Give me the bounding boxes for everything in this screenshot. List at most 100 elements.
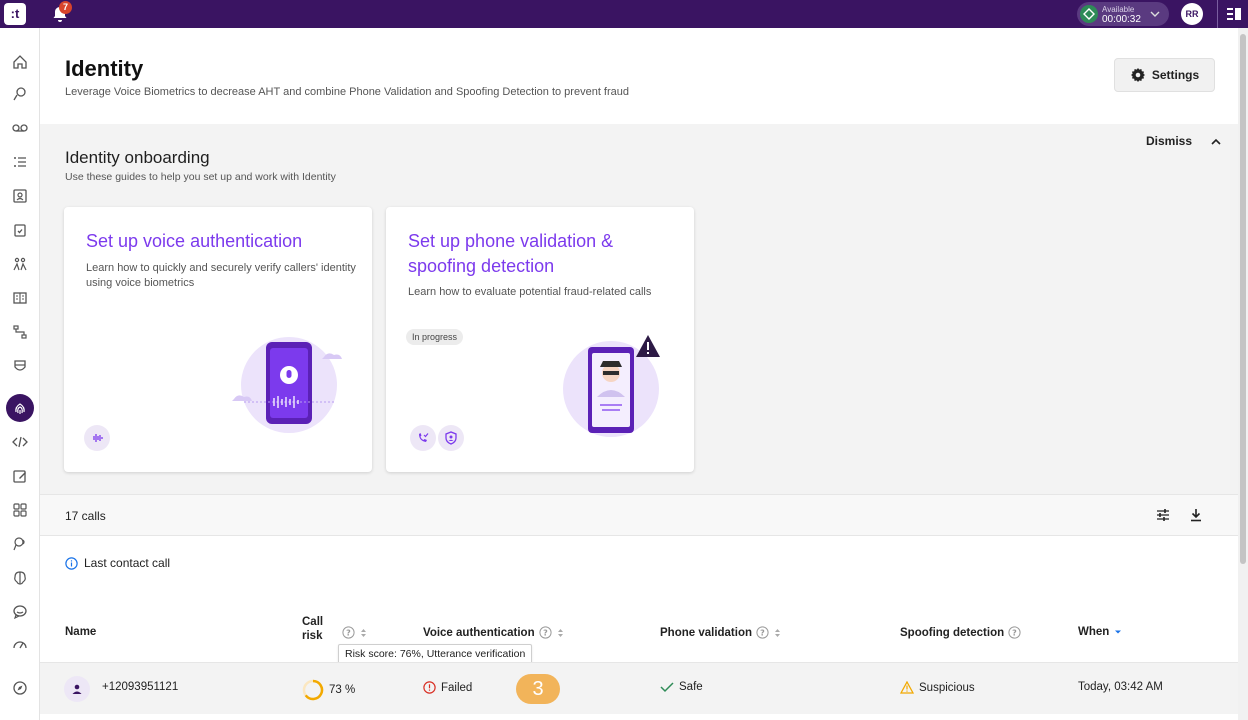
status-timer: 00:00:32	[1102, 14, 1141, 25]
sort-desc-icon[interactable]	[1113, 627, 1123, 637]
gear-icon	[1130, 68, 1145, 82]
check-icon	[660, 682, 674, 693]
clipboard-check-icon[interactable]	[10, 220, 30, 240]
agent-status-selector[interactable]: Available 00:00:32	[1077, 2, 1169, 26]
team-icon[interactable]	[10, 254, 30, 274]
phone-validation-title-line2: spoofing detection	[408, 256, 555, 276]
caller-number[interactable]: +12093951121	[102, 681, 178, 693]
last-contact-call-info: Last contact call	[65, 556, 170, 570]
onboarding-subtitle: Use these guides to help you set up and …	[65, 171, 336, 183]
knowledge-book-icon[interactable]	[10, 288, 30, 308]
settings-button[interactable]: Settings	[1114, 58, 1215, 92]
ai-brain-icon[interactable]	[10, 568, 30, 588]
user-avatar[interactable]: RR	[1181, 3, 1203, 25]
page-scrollbar[interactable]	[1238, 28, 1248, 720]
filter-tune-icon[interactable]	[1155, 507, 1171, 523]
voice-auth-card-title: Set up voice authentication	[86, 231, 303, 251]
call-risk-header-tools: ?	[342, 626, 368, 639]
phone-validation-card-title: Set up phone validation & spoofing detec…	[408, 229, 613, 279]
voice-auth-header-label: Voice authentication	[423, 626, 535, 639]
page-title: Identity	[65, 56, 144, 81]
column-header-name[interactable]: Name	[65, 626, 96, 638]
chevron-up-icon[interactable]	[1210, 136, 1222, 148]
home-icon[interactable]	[10, 52, 30, 72]
call-risk-label-line1: Call	[302, 616, 324, 628]
onboarding-title: Identity onboarding	[65, 148, 210, 167]
voice-auth-guide-card[interactable]: Set up voice authentication Learn how to…	[64, 207, 372, 472]
chat-bot-icon[interactable]	[10, 602, 30, 622]
queue-list-icon[interactable]	[10, 152, 30, 172]
top-bar: :t 7 Available 00:00:32 RR	[0, 0, 1248, 28]
waveform-icon	[84, 425, 110, 451]
contacts-icon[interactable]	[10, 186, 30, 206]
spoofing-illustration	[563, 335, 660, 437]
notifications-count-badge: 7	[59, 1, 72, 14]
flow-builder-icon[interactable]	[10, 322, 30, 342]
last-contact-label: Last contact call	[84, 556, 171, 570]
sort-icon[interactable]	[773, 627, 782, 639]
column-header-spoofing-detection[interactable]: Spoofing detection ?	[900, 626, 1021, 639]
voice-auth-cell: Failed	[423, 681, 472, 694]
help-icon[interactable]: ?	[539, 626, 552, 639]
speedometer-icon[interactable]	[10, 634, 30, 654]
call-risk-label-line2: risk	[302, 630, 323, 642]
phone-validation-header-label: Phone validation	[660, 626, 753, 639]
error-circle-icon	[423, 681, 436, 694]
sort-icon[interactable]	[359, 627, 368, 639]
edit-note-icon[interactable]	[10, 466, 30, 486]
in-progress-badge: In progress	[406, 329, 464, 345]
shield-icon[interactable]	[10, 356, 30, 376]
voice-auth-card-description: Learn how to quickly and securely verify…	[86, 262, 356, 289]
column-header-when[interactable]: When	[1078, 626, 1123, 638]
calls-toolbar: 17 calls	[40, 494, 1238, 536]
voice-auth-illustration	[232, 337, 342, 433]
dismiss-button[interactable]: Dismiss	[1146, 134, 1192, 148]
voice-auth-value: Failed	[441, 681, 473, 694]
identity-fingerprint-icon[interactable]	[6, 394, 34, 422]
column-header-phone-validation[interactable]: Phone validation ?	[660, 626, 782, 639]
help-icon[interactable]: ?	[756, 626, 769, 639]
phone-validation-title-line1: Set up phone validation &	[408, 231, 614, 251]
table-row[interactable]: +12093951121 73 % Failed 3 Safe Suspicio…	[40, 662, 1238, 714]
calls-count: 17 calls	[65, 509, 106, 523]
call-time: Today, 03:42 AM	[1078, 681, 1163, 693]
download-icon[interactable]	[1188, 507, 1204, 523]
spoofing-header-label: Spoofing detection	[900, 626, 1005, 639]
voice-person-icon[interactable]	[10, 84, 30, 104]
svg-text:?: ?	[760, 628, 765, 637]
dashboard-grid-icon[interactable]	[10, 500, 30, 520]
warning-icon	[900, 681, 914, 694]
svg-text:?: ?	[1012, 628, 1017, 637]
topbar-divider	[1217, 0, 1218, 28]
call-risk-value: 73 %	[329, 684, 356, 696]
caller-person-icon	[64, 676, 90, 702]
column-header-voice-authentication[interactable]: Voice authentication ?	[423, 626, 565, 639]
chevron-down-icon	[1150, 11, 1160, 17]
app-logo[interactable]: :t	[4, 3, 26, 25]
help-icon[interactable]: ?	[342, 626, 355, 639]
voice-analytics-icon[interactable]	[10, 534, 30, 554]
info-icon	[65, 556, 78, 570]
side-panel-toggle-icon[interactable]	[1226, 6, 1242, 22]
status-available-icon	[1080, 5, 1098, 23]
help-icon[interactable]: ?	[1008, 626, 1021, 639]
phone-validation-card-description: Learn how to evaluate potential fraud-re…	[408, 286, 652, 298]
svg-text:?: ?	[543, 628, 548, 637]
phone-validation-guide-card[interactable]: Set up phone validation & spoofing detec…	[386, 207, 694, 472]
compass-icon[interactable]	[10, 678, 30, 698]
onboarding-section: Identity onboarding Use these guides to …	[40, 124, 1238, 494]
settings-label: Settings	[1151, 68, 1200, 82]
code-icon[interactable]	[10, 432, 30, 452]
shield-user-icon	[438, 425, 464, 451]
risk-gauge-icon	[302, 679, 324, 701]
main-content: Identity Leverage Voice Biometrics to de…	[40, 28, 1238, 720]
when-header-label: When	[1078, 626, 1110, 638]
column-header-call-risk[interactable]: Call risk	[302, 616, 323, 643]
phone-check-icon	[410, 425, 436, 451]
scrollbar-thumb[interactable]	[1240, 34, 1246, 564]
risk-score-tooltip: Risk score: 76%, Utterance verification	[338, 644, 533, 664]
voicemail-icon[interactable]	[10, 118, 30, 138]
spoofing-value: Suspicious	[919, 681, 975, 694]
sort-icon[interactable]	[556, 627, 565, 639]
call-risk-cell[interactable]: 73 %	[302, 679, 355, 701]
